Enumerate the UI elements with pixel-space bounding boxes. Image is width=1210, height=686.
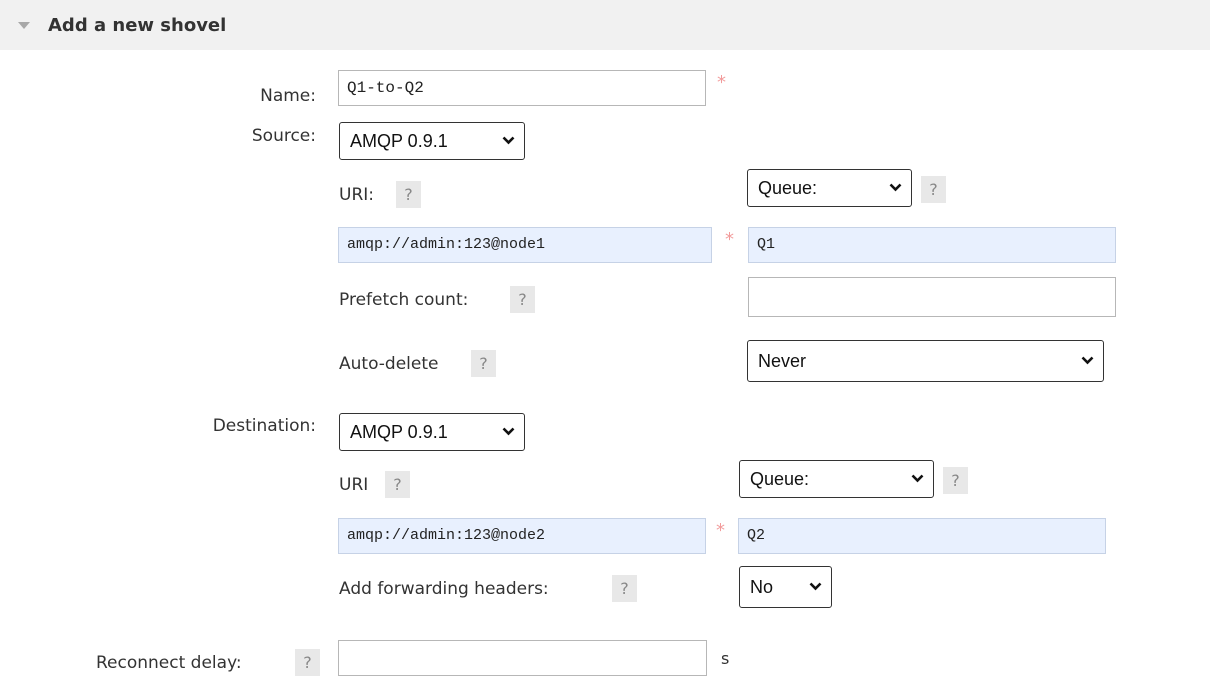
source-uri-input[interactable]: amqp://admin:123@node1: [338, 227, 712, 263]
chevron-down-icon: [1081, 356, 1094, 365]
destination-queue-input[interactable]: Q2: [738, 518, 1106, 554]
source-type-help-icon[interactable]: ?: [921, 176, 946, 203]
section-title: Add a new shovel: [48, 15, 227, 36]
destination-type-help-icon[interactable]: ?: [943, 467, 968, 494]
reconnect-delay-unit: s: [721, 649, 730, 668]
source-type-value: Queue:: [758, 178, 818, 198]
name-input[interactable]: Q1-to-Q2: [338, 70, 706, 106]
reconnect-delay-label: Reconnect delay:: [96, 653, 242, 673]
name-label: Name:: [260, 86, 316, 106]
autodelete-label: Auto-delete: [339, 354, 439, 374]
destination-uri-label: URI: [339, 475, 369, 495]
forwarding-headers-value: No: [750, 577, 774, 597]
chevron-down-icon: [889, 183, 902, 192]
chevron-down-icon: [809, 582, 822, 591]
autodelete-help-icon[interactable]: ?: [471, 350, 496, 377]
destination-type-select[interactable]: Queue:: [739, 460, 934, 498]
reconnect-delay-input[interactable]: [338, 640, 707, 676]
source-label: Source:: [251, 126, 316, 146]
autodelete-select[interactable]: Never: [747, 340, 1104, 382]
collapse-triangle-icon[interactable]: [18, 22, 30, 29]
source-uri-label: URI:: [339, 185, 374, 205]
required-marker: *: [725, 229, 734, 250]
source-uri-help-icon[interactable]: ?: [396, 181, 421, 208]
destination-uri-input[interactable]: amqp://admin:123@node2: [338, 518, 706, 554]
source-type-select[interactable]: Queue:: [747, 169, 912, 207]
chevron-down-icon: [502, 427, 515, 436]
prefetch-input[interactable]: [748, 277, 1116, 317]
prefetch-help-icon[interactable]: ?: [510, 286, 535, 313]
prefetch-label: Prefetch count:: [339, 290, 469, 310]
source-protocol-value: AMQP 0.9.1: [350, 131, 448, 151]
forwarding-headers-label: Add forwarding headers:: [339, 579, 549, 599]
destination-protocol-value: AMQP 0.9.1: [350, 422, 448, 442]
autodelete-value: Never: [758, 351, 807, 371]
forwarding-headers-select[interactable]: No: [739, 566, 832, 608]
required-marker: *: [717, 72, 726, 93]
destination-type-value: Queue:: [750, 469, 810, 489]
chevron-down-icon: [911, 474, 924, 483]
destination-protocol-select[interactable]: AMQP 0.9.1: [339, 413, 525, 451]
source-protocol-select[interactable]: AMQP 0.9.1: [339, 122, 525, 160]
reconnect-delay-help-icon[interactable]: ?: [295, 649, 320, 676]
destination-label: Destination:: [212, 416, 316, 436]
destination-uri-help-icon[interactable]: ?: [385, 471, 410, 498]
forwarding-headers-help-icon[interactable]: ?: [612, 575, 637, 602]
source-queue-input[interactable]: Q1: [748, 227, 1116, 263]
chevron-down-icon: [502, 136, 515, 145]
required-marker: *: [716, 520, 725, 541]
section-header[interactable]: Add a new shovel: [0, 0, 1210, 50]
